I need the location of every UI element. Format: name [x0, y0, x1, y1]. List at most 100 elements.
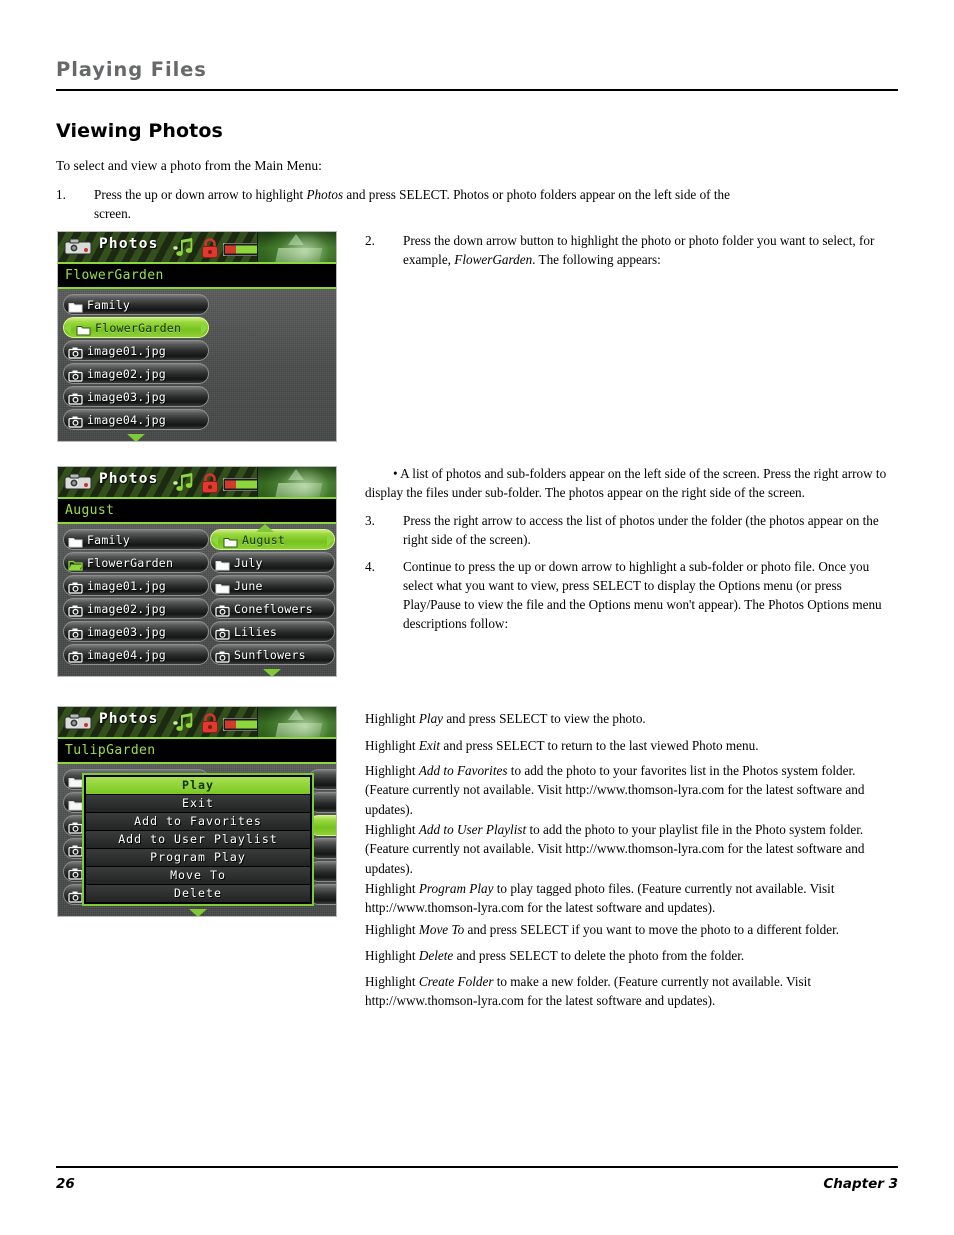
desc-6-term: Delete — [418, 948, 454, 963]
running-head: Playing Files — [56, 58, 207, 81]
scroll-down-arrow-icon[interactable] — [189, 909, 207, 916]
desc-4-term: Program Play — [418, 881, 494, 896]
folder-icon — [76, 321, 91, 336]
step-2-emphasis: FlowerGarden — [454, 252, 533, 267]
device-2-thumbnail-photo — [257, 467, 336, 499]
step-1-emphasis: Photos — [306, 187, 344, 202]
scroll-down-arrow-icon[interactable] — [263, 669, 281, 676]
step-2: 2. Press the down arrow button to highli… — [365, 231, 890, 269]
step-2-number: 2. — [365, 233, 375, 248]
list-item-label: Lilies — [234, 624, 278, 639]
camera-icon — [215, 648, 230, 663]
list-item-label: image02.jpg — [87, 366, 166, 381]
device-screenshot-2: Photos August Family FlowerGarden image0… — [57, 466, 337, 677]
list-item-selected[interactable]: August — [210, 529, 335, 550]
device-2-right-list: August July June Coneflowers Lilies Sunf… — [210, 529, 335, 667]
music-note-icon — [173, 237, 197, 259]
desc-7-lead: Highlight — [365, 974, 419, 989]
camera-icon — [68, 579, 83, 594]
step-1: 1. Press the up or down arrow to highlig… — [56, 185, 756, 223]
page-title: Viewing Photos — [56, 120, 223, 142]
list-item[interactable]: Family — [63, 529, 209, 550]
list-item[interactable]: Family — [63, 294, 209, 315]
description-add-to-favorites: Highlight Add to Favorites to add the ph… — [365, 761, 895, 819]
option-add-to-user-playlist[interactable]: Add to User Playlist — [86, 831, 310, 848]
list-item[interactable]: image02.jpg — [63, 363, 209, 384]
desc-2-lead: Highlight — [365, 763, 419, 778]
desc-4-lead: Highlight — [365, 881, 419, 896]
list-item[interactable]: July — [210, 552, 335, 573]
list-item[interactable]: FlowerGarden — [63, 552, 209, 573]
step-4-number: 4. — [365, 559, 375, 574]
folder-icon — [68, 773, 83, 788]
camera-icon — [68, 344, 83, 359]
step-1-number: 1. — [56, 187, 66, 202]
option-exit[interactable]: Exit — [86, 795, 310, 812]
list-item[interactable]: image01.jpg — [63, 575, 209, 596]
option-delete[interactable]: Delete — [86, 885, 310, 902]
list-item-selected[interactable]: FlowerGarden — [63, 317, 209, 338]
lock-icon — [201, 237, 219, 259]
footer-divider — [56, 1166, 898, 1168]
desc-0-rest: and press SELECT to view the photo. — [443, 711, 646, 726]
list-item-label: FlowerGarden — [95, 320, 182, 335]
desc-2-term: Add to Favorites — [418, 763, 508, 778]
scroll-up-arrow-icon[interactable] — [256, 524, 274, 532]
device-2-breadcrumb: August — [65, 503, 115, 518]
device-1-left-list: Family FlowerGarden image01.jpg image02.… — [63, 294, 209, 432]
device-screenshot-1: Photos FlowerGarden Family FlowerGarden … — [57, 231, 337, 442]
list-item-label: image03.jpg — [87, 389, 166, 404]
step-4: 4. Continue to press the up or down arro… — [365, 557, 900, 633]
list-item[interactable]: image04.jpg — [63, 644, 209, 665]
folder-icon — [68, 298, 83, 313]
option-move-to[interactable]: Move To — [86, 867, 310, 884]
option-play[interactable]: Play — [86, 777, 310, 794]
description-move-to: Highlight Move To and press SELECT if yo… — [365, 920, 895, 939]
camera-logo-icon — [63, 712, 93, 732]
camera-icon — [68, 865, 83, 880]
left-caret-icon — [64, 321, 71, 334]
description-play: Highlight Play and press SELECT to view … — [365, 709, 895, 728]
camera-icon — [68, 648, 83, 663]
header-divider — [56, 89, 898, 91]
option-add-to-favorites[interactable]: Add to Favorites — [86, 813, 310, 830]
camera-logo-icon — [63, 237, 93, 257]
device-3-breadcrumb-bar: TulipGarden — [58, 739, 336, 764]
desc-1-rest: and press SELECT to return to the last v… — [440, 738, 759, 753]
list-item-label: image01.jpg — [87, 343, 166, 358]
description-delete: Highlight Delete and press SELECT to del… — [365, 946, 895, 965]
list-item[interactable]: image01.jpg — [63, 340, 209, 361]
list-item-label: image01.jpg — [87, 578, 166, 593]
music-note-icon — [173, 472, 197, 494]
camera-icon — [68, 842, 83, 857]
step-1-body: Press the up or down arrow to highlight … — [94, 185, 756, 223]
page-number: 26 — [56, 1176, 75, 1192]
device-2-titlebar: Photos — [58, 467, 336, 499]
device-1-titlebar: Photos — [58, 232, 336, 264]
desc-6-lead: Highlight — [365, 948, 419, 963]
camera-icon — [215, 625, 230, 640]
camera-icon — [68, 602, 83, 617]
desc-7-term: Create Folder — [418, 974, 494, 989]
step-3: 3. Press the right arrow to access the l… — [365, 511, 885, 549]
list-item-label: August — [242, 532, 286, 547]
device-1-body: Family FlowerGarden image01.jpg image02.… — [58, 289, 336, 441]
list-item[interactable]: Sunflowers — [210, 644, 335, 665]
manual-page: Playing Files Viewing Photos To select a… — [0, 0, 954, 1235]
list-item[interactable]: image02.jpg — [63, 598, 209, 619]
bullet-note: • A list of photos and sub-folders appea… — [365, 466, 887, 500]
list-item[interactable]: Lilies — [210, 621, 335, 642]
list-item[interactable]: image03.jpg — [63, 621, 209, 642]
left-caret-icon — [211, 533, 218, 546]
desc-1-term: Exit — [418, 738, 441, 753]
list-item[interactable]: Coneflowers — [210, 598, 335, 619]
folder-icon — [215, 579, 230, 594]
camera-icon — [68, 819, 83, 834]
list-item[interactable]: image03.jpg — [63, 386, 209, 407]
list-item[interactable]: June — [210, 575, 335, 596]
scroll-down-arrow-icon[interactable] — [127, 434, 145, 441]
list-item-label: Family — [87, 532, 131, 547]
option-program-play[interactable]: Program Play — [86, 849, 310, 866]
desc-5-lead: Highlight — [365, 922, 419, 937]
list-item[interactable]: image04.jpg — [63, 409, 209, 430]
